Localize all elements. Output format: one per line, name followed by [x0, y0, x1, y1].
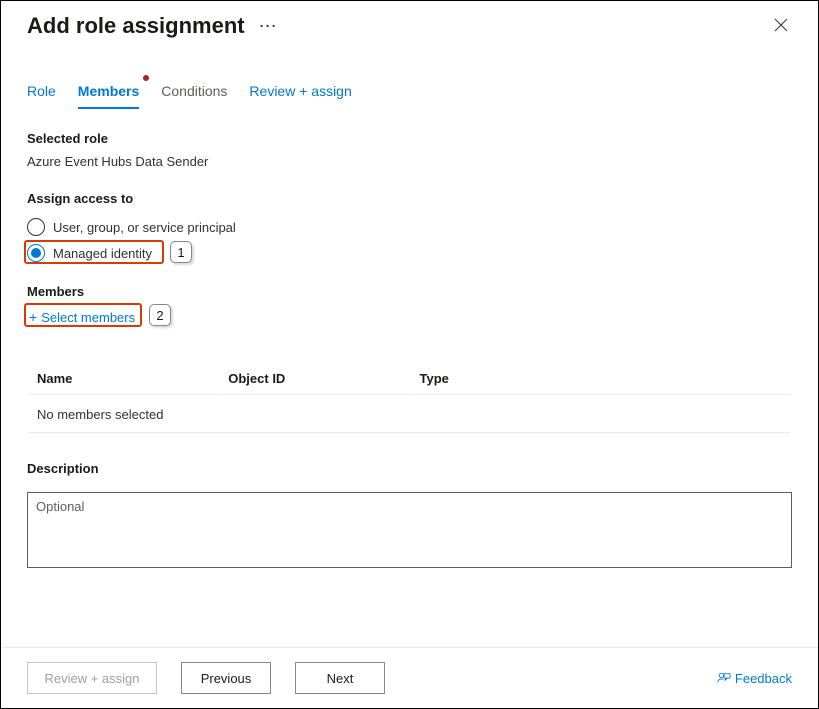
feedback-link[interactable]: Feedback	[717, 671, 792, 686]
select-members-button[interactable]: + Select members	[27, 307, 137, 327]
radio-managed-identity[interactable]: Managed identity	[27, 240, 792, 266]
review-assign-button[interactable]: Review + assign	[27, 662, 157, 694]
radio-user-group-sp-label: User, group, or service principal	[53, 220, 236, 235]
close-button[interactable]	[770, 13, 792, 39]
close-icon	[774, 18, 788, 32]
tab-members[interactable]: Members	[78, 77, 139, 109]
selected-role-label: Selected role	[27, 131, 792, 146]
annotation-callout: 1	[170, 241, 192, 263]
column-header-object-id[interactable]: Object ID	[220, 363, 409, 395]
radio-selected-icon	[27, 244, 45, 262]
dirty-indicator-icon	[143, 75, 149, 81]
tab-conditions[interactable]: Conditions	[161, 77, 227, 109]
radio-managed-identity-label: Managed identity	[53, 246, 152, 261]
empty-state-text: No members selected	[29, 397, 790, 433]
more-actions-button[interactable]: ⋯	[259, 17, 279, 35]
page-title: Add role assignment	[27, 13, 245, 39]
previous-button[interactable]: Previous	[181, 662, 271, 694]
tab-role[interactable]: Role	[27, 77, 56, 109]
description-label: Description	[27, 461, 792, 476]
assign-access-label: Assign access to	[27, 191, 792, 206]
feedback-label: Feedback	[735, 671, 792, 686]
plus-icon: +	[29, 309, 37, 325]
column-header-name[interactable]: Name	[29, 363, 218, 395]
tab-bar: Role Members Conditions Review + assign	[1, 77, 818, 109]
description-textarea[interactable]	[27, 492, 792, 568]
members-label: Members	[27, 284, 792, 299]
select-members-label: Select members	[41, 310, 135, 325]
radio-user-group-sp[interactable]: User, group, or service principal	[27, 214, 792, 240]
next-button[interactable]: Next	[295, 662, 385, 694]
members-table: Name Object ID Type No members selected	[27, 361, 792, 435]
selected-role-value: Azure Event Hubs Data Sender	[27, 154, 792, 169]
annotation-callout: 2	[149, 304, 171, 326]
table-row: No members selected	[29, 397, 790, 433]
radio-icon	[27, 218, 45, 236]
tab-review-assign[interactable]: Review + assign	[249, 77, 351, 109]
tab-members-label: Members	[78, 83, 139, 99]
column-header-type[interactable]: Type	[412, 363, 791, 395]
feedback-icon	[717, 671, 731, 685]
